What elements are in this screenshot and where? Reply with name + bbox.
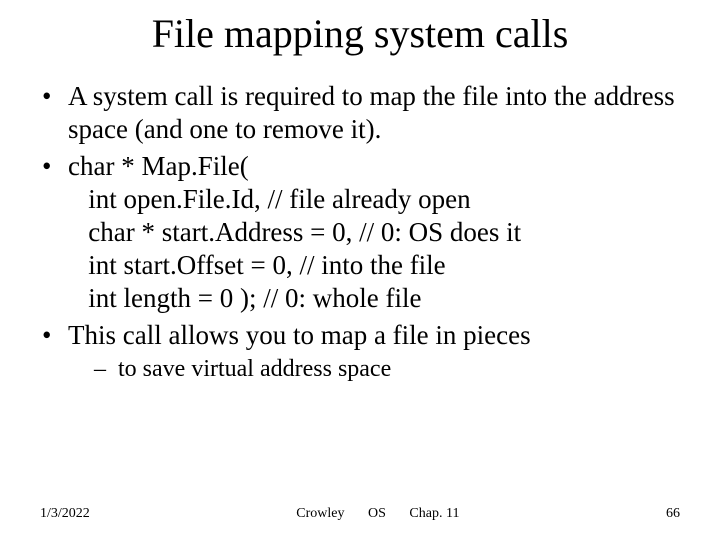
footer-date: 1/3/2022 [40,506,90,522]
footer-center: Crowley OS Chap. 11 [90,506,666,522]
bullet-list: A system call is required to map the fil… [40,80,685,384]
sub-bullet-list: to save virtual address space [68,354,685,384]
code-line: int length = 0 ); // 0: whole file [68,282,685,315]
bullet-item: char * Map.File( int open.File.Id, // fi… [40,150,685,315]
code-line: int open.File.Id, // file already open [68,183,685,216]
sub-bullet-item: to save virtual address space [68,354,685,384]
bullet-text: This call allows you to map a file in pi… [68,320,531,350]
bullet-item: A system call is required to map the fil… [40,80,685,146]
bullet-text: A system call is required to map the fil… [68,81,675,144]
slide: File mapping system calls A system call … [0,0,720,540]
slide-footer: 1/3/2022 Crowley OS Chap. 11 66 [40,506,680,522]
code-line: char * start.Address = 0, // 0: OS does … [68,216,685,249]
slide-body: A system call is required to map the fil… [40,80,685,388]
footer-page-number: 66 [666,506,680,522]
footer-chapter: Chap. 11 [409,506,459,521]
code-line: int start.Offset = 0, // into the file [68,249,685,282]
footer-author: Crowley [296,506,344,521]
code-block: char * Map.File( int open.File.Id, // fi… [68,150,685,315]
bullet-item: This call allows you to map a file in pi… [40,319,685,384]
footer-course: OS [368,506,386,521]
code-line: char * Map.File( [68,150,685,183]
sub-bullet-text: to save virtual address space [118,356,391,382]
slide-title: File mapping system calls [0,10,720,57]
